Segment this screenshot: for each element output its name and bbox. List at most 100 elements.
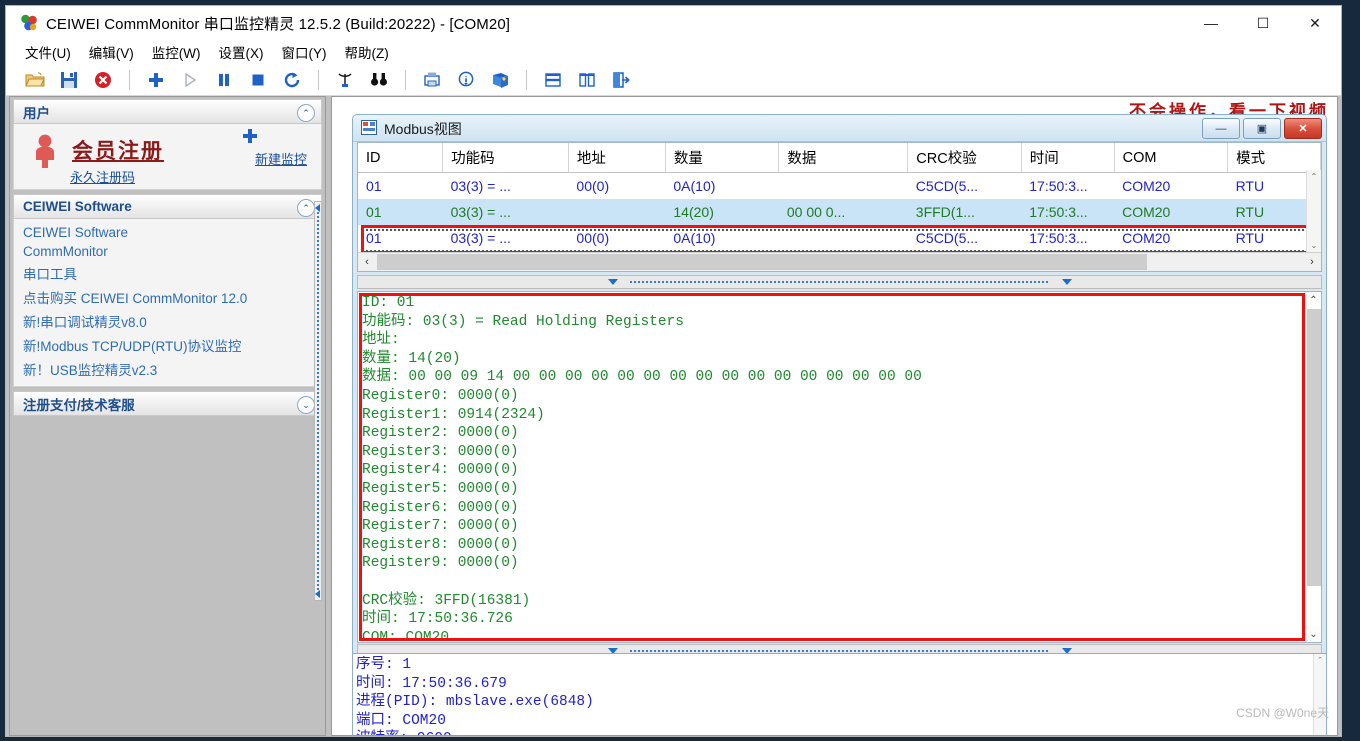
menu-edit[interactable]: 编辑(V) <box>80 40 143 64</box>
col-id[interactable]: ID <box>358 143 444 173</box>
selection-dotted-top <box>366 229 1311 231</box>
sidebar-splitter[interactable] <box>314 201 322 601</box>
sidebar-link-commmonitor[interactable]: CommMonitor <box>14 242 321 261</box>
col-data[interactable]: 数据 <box>778 143 909 173</box>
sidebar-user-header[interactable]: 用户 ⌃ <box>13 99 322 124</box>
sidebar-link-usb-monitor[interactable]: 新！USB监控精灵v2.3 <box>14 357 321 381</box>
detail-line-blank <box>362 573 1305 592</box>
packet-detail-pane[interactable]: ID: 01 功能码: 03(3) = Read Holding Registe… <box>357 291 1322 643</box>
stop-error-icon[interactable] <box>86 66 120 94</box>
detail-scroll-thumb[interactable] <box>1307 309 1321 586</box>
tile-vertical-icon[interactable] <box>570 66 604 94</box>
log-line: 序号: 1 <box>356 657 412 673</box>
antenna-icon[interactable] <box>328 66 362 94</box>
table-horizontal-scrollbar[interactable]: ‹ › <box>358 252 1321 271</box>
sidebar-user-title: 用户 <box>23 105 50 121</box>
table-vertical-scrollbar[interactable]: ⌃ ⌄ <box>1306 170 1321 252</box>
scroll-down-icon[interactable]: ⌄ <box>1306 626 1321 642</box>
detail-vertical-scrollbar[interactable]: ⌃ ⌄ <box>1305 292 1321 642</box>
col-address[interactable]: 地址 <box>568 143 666 173</box>
sidebar-link-modbus-monitor[interactable]: 新!Modbus TCP/UDP(RTU)协议监控 <box>14 333 321 357</box>
col-crc[interactable]: CRC校验 <box>907 143 1022 173</box>
play-icon[interactable] <box>173 66 207 94</box>
splitter-arrow-left-icon <box>607 279 618 285</box>
binoculars-icon[interactable] <box>362 66 396 94</box>
sidebar-link-serial-tools[interactable]: 串口工具 <box>14 261 321 285</box>
hscroll-thumb[interactable] <box>377 254 1147 270</box>
log-vertical-scrollbar[interactable]: ⌃ ⌄ <box>1313 654 1326 735</box>
modbus-minimize-button[interactable]: — <box>1202 118 1240 139</box>
cell-quantity: 14(20) <box>673 204 714 220</box>
permanent-code-link[interactable]: 永久注册码 <box>70 167 135 186</box>
modbus-packet-table[interactable]: ID 功能码 地址 数量 数据 CRC校验 时间 COM 模式 01 03(3)… <box>357 142 1322 272</box>
table-row[interactable]: 01 03(3) = ... 00(0) 0A(10) C5CD(5... 17… <box>358 173 1321 200</box>
sidebar-software-header[interactable]: CEIWEI Software ⌃ <box>13 194 322 219</box>
splitter-grip <box>629 650 1050 652</box>
screenshot-root: CEIWEI CommMonitor 串口监控精灵 12.5.2 (Build:… <box>0 0 1360 741</box>
modbus-close-button[interactable]: ✕ <box>1284 118 1322 139</box>
cell-quantity: 0A(10) <box>673 178 716 194</box>
stop-square-icon[interactable] <box>241 66 275 94</box>
pause-icon[interactable] <box>207 66 241 94</box>
grid-detail-splitter[interactable] <box>357 275 1322 289</box>
menu-settings[interactable]: 设置(X) <box>209 40 272 64</box>
chevron-down-icon[interactable]: ⌄ <box>297 396 315 414</box>
maximize-button[interactable]: ☐ <box>1237 6 1289 40</box>
chevron-up-icon[interactable]: ⌃ <box>297 104 315 122</box>
tile-horizontal-icon[interactable] <box>536 66 570 94</box>
chevron-up-icon[interactable]: ⌃ <box>297 199 315 217</box>
col-mode[interactable]: 模式 <box>1227 143 1321 173</box>
sidebar-link-ceiwei-software[interactable]: CEIWEI Software <box>14 223 321 242</box>
scroll-right-icon[interactable]: › <box>1303 253 1321 271</box>
sidebar-software-title: CEIWEI Software <box>23 199 132 214</box>
packet-detail-text: ID: 01 功能码: 03(3) = Read Holding Registe… <box>358 292 1305 642</box>
sidebar-support-title: 注册支付/技术客服 <box>23 397 135 413</box>
col-quantity[interactable]: 数量 <box>665 143 780 173</box>
print-icon[interactable] <box>415 66 449 94</box>
sidebar-link-serial-debug[interactable]: 新!串口调试精灵v8.0 <box>14 309 321 333</box>
exit-icon[interactable] <box>604 66 638 94</box>
sidebar-link-purchase[interactable]: 点击购买 CEIWEI CommMonitor 12.0 <box>14 285 321 309</box>
member-register-link[interactable]: 会员注册 <box>72 135 164 165</box>
save-disk-icon[interactable] <box>52 66 86 94</box>
minimize-button[interactable]: — <box>1185 6 1237 40</box>
col-com[interactable]: COM <box>1114 143 1229 173</box>
menu-window[interactable]: 窗口(Y) <box>272 40 335 64</box>
packet-table: ID 功能码 地址 数量 数据 CRC校验 时间 COM 模式 01 03(3)… <box>358 143 1321 263</box>
session-log-pane[interactable]: 序号: 1 时间: 17:50:36.679 进程(PID): mbslave.… <box>352 653 1327 735</box>
book-icon[interactable] <box>483 66 517 94</box>
main-window: CEIWEI CommMonitor 串口监控精灵 12.5.2 (Build:… <box>5 5 1342 737</box>
sidebar-support-header[interactable]: 注册支付/技术客服 ⌄ <box>13 391 322 416</box>
menu-help[interactable]: 帮助(Z) <box>335 40 397 64</box>
refresh-icon[interactable] <box>275 66 309 94</box>
scroll-up-icon[interactable]: ⌃ <box>1314 654 1326 665</box>
scroll-up-icon[interactable]: ⌃ <box>1307 170 1321 183</box>
new-monitor-link[interactable]: 新建监控 <box>255 149 307 168</box>
col-time[interactable]: 时间 <box>1021 143 1115 173</box>
modbus-maximize-button[interactable]: ▣ <box>1243 118 1281 139</box>
modbus-window-controls: — ▣ ✕ <box>1202 118 1322 139</box>
info-icon[interactable] <box>449 66 483 94</box>
modbus-view-window: Modbus视图 — ▣ ✕ ID 功能码 地址 数量 数据 CRC校验 时间 … <box>352 114 1327 661</box>
open-folder-icon[interactable] <box>18 66 52 94</box>
add-plus-icon[interactable] <box>241 127 259 145</box>
toolbar-separator <box>318 69 319 90</box>
col-function-code[interactable]: 功能码 <box>442 143 569 173</box>
log-line: 端口: COM20 <box>356 712 446 729</box>
detail-line: 数量: 14(20) <box>362 350 461 367</box>
mdi-area: 不会操作，看一下视频 Modbus视图 — ▣ ✕ ID 功能码 地址 数量 数… <box>331 96 1338 736</box>
sidebar-software-links: CEIWEI Software CommMonitor 串口工具 点击购买 CE… <box>13 219 322 387</box>
menu-file[interactable]: 文件(U) <box>16 40 80 64</box>
detail-line: 数据: 00 00 09 14 00 00 00 00 00 00 00 00 … <box>362 369 922 386</box>
scroll-left-icon[interactable]: ‹ <box>358 253 376 271</box>
modbus-view-titlebar[interactable]: Modbus视图 — ▣ ✕ <box>353 115 1326 142</box>
add-plus-icon[interactable] <box>139 66 173 94</box>
detail-line: 地址: <box>362 332 400 349</box>
scroll-down-icon[interactable]: ⌄ <box>1307 239 1321 252</box>
scroll-up-icon[interactable]: ⌃ <box>1306 292 1321 308</box>
close-button[interactable]: ✕ <box>1289 6 1341 40</box>
toolbar-separator <box>129 69 130 90</box>
table-row[interactable]: 01 03(3) = ... 14(20) 00 00 0... 3FFD(1.… <box>358 199 1321 225</box>
menu-monitor[interactable]: 监控(W) <box>143 40 210 64</box>
sidebar-user-panel: 用户 ⌃ 会员注册 永久注册码 新建监控 <box>13 99 322 190</box>
